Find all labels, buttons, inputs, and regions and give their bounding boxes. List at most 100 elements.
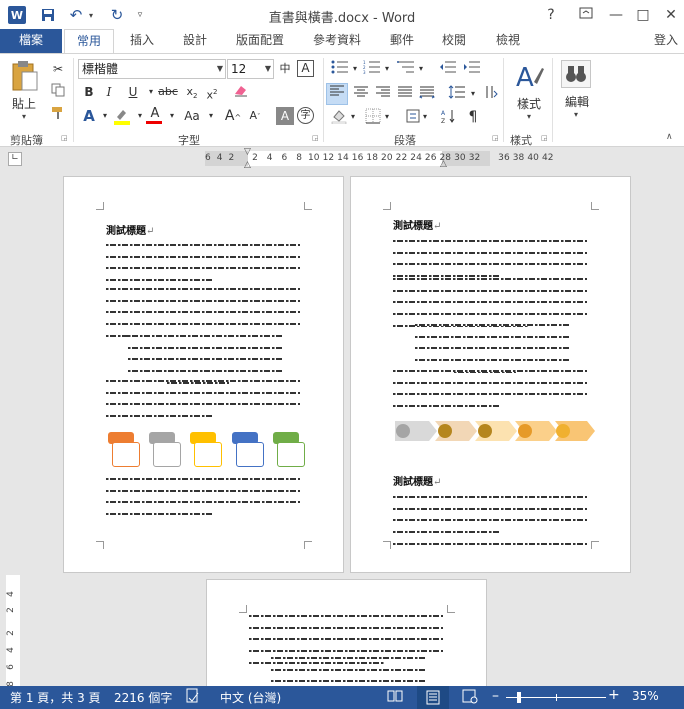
superscript-icon[interactable]: x2 [203, 83, 221, 102]
align-left-button[interactable] [326, 83, 348, 105]
sort-icon[interactable]: AZ [440, 108, 458, 126]
clipboard-launcher-icon[interactable]: ◲ [61, 134, 68, 142]
page-count[interactable]: 第 1 頁，共 3 頁 [10, 689, 101, 706]
first-line-indent-marker[interactable]: ▽ [244, 147, 251, 157]
multilevel-dropdown-icon[interactable]: ▾ [416, 60, 426, 78]
web-layout-icon[interactable] [462, 688, 478, 707]
language-indicator[interactable]: 中文 (台灣) [220, 689, 281, 706]
signin-link[interactable]: 登入 [654, 29, 684, 54]
italic-icon[interactable]: I [100, 83, 118, 101]
distributed-icon[interactable] [418, 85, 436, 103]
paste-dropdown-icon[interactable]: ▾ [22, 112, 26, 121]
borders-icon[interactable] [364, 108, 382, 126]
tab-design[interactable]: 設計 [175, 29, 215, 54]
underline-icon[interactable]: U [124, 83, 142, 101]
bullets-dropdown-icon[interactable]: ▾ [350, 60, 360, 78]
font-launcher-icon[interactable]: ◲ [312, 134, 319, 142]
tab-file[interactable]: 檔案 [0, 29, 62, 54]
right-indent-marker[interactable]: △ [440, 159, 447, 169]
shading-dropdown-icon[interactable]: ▾ [348, 108, 358, 126]
styles-icon[interactable]: A [514, 60, 544, 94]
cut-icon[interactable]: ✂ [49, 60, 67, 78]
asian-layout-dropdown-icon[interactable]: ▾ [420, 108, 430, 126]
print-layout-button[interactable] [417, 686, 449, 709]
smartart-process[interactable] [108, 432, 308, 470]
tab-home[interactable]: 常用 [64, 29, 114, 54]
tab-references[interactable]: 參考資料 [306, 29, 368, 54]
read-mode-icon[interactable] [387, 688, 403, 707]
justify-icon[interactable] [396, 85, 414, 103]
close-button[interactable]: ✕ [660, 4, 682, 26]
maximize-button[interactable]: □ [632, 4, 654, 26]
multilevel-list-icon[interactable] [396, 60, 416, 78]
styles-launcher-icon[interactable]: ◲ [541, 134, 548, 142]
copy-icon[interactable] [49, 83, 67, 101]
binoculars-icon[interactable] [561, 60, 591, 88]
phonetic-guide-icon[interactable]: 中 [276, 60, 294, 78]
font-color-dropdown-icon[interactable]: ▾ [163, 107, 181, 125]
subscript-icon[interactable]: x2 [183, 83, 201, 101]
proofing-icon[interactable] [186, 688, 200, 707]
paste-button[interactable]: 貼上 [12, 95, 36, 112]
character-border-icon[interactable]: A [297, 60, 314, 77]
zoom-in-icon[interactable]: + [608, 687, 620, 703]
shading-icon[interactable] [330, 108, 348, 126]
chevron-down-icon[interactable]: ▼ [217, 60, 223, 78]
smartart-chevron-process[interactable] [395, 417, 595, 445]
change-case-icon[interactable]: Aa [180, 107, 204, 125]
page-3[interactable] [206, 579, 487, 686]
highlight-icon[interactable] [113, 107, 131, 125]
increase-indent-icon[interactable] [462, 60, 482, 78]
show-hide-marks-icon[interactable]: ¶ [464, 108, 482, 126]
paragraph-launcher-icon[interactable]: ◲ [492, 134, 499, 142]
editing-button[interactable]: 編輯 [565, 93, 589, 110]
borders-dropdown-icon[interactable]: ▾ [382, 108, 392, 126]
tab-layout[interactable]: 版面配置 [230, 29, 290, 54]
grow-font-icon[interactable]: A^ [224, 107, 242, 125]
zoom-level[interactable]: 35% [632, 689, 659, 703]
character-shading-icon[interactable]: A [276, 107, 294, 125]
shrink-font-icon[interactable]: Aˇ [246, 107, 264, 125]
word-count[interactable]: 2216 個字 [114, 689, 172, 706]
font-size-combo[interactable]: 12 ▼ [227, 59, 274, 79]
align-right-icon[interactable] [374, 85, 392, 103]
chevron-down-icon[interactable]: ▼ [265, 60, 271, 78]
line-spacing-icon[interactable] [448, 85, 466, 103]
zoom-slider-thumb[interactable] [517, 692, 521, 703]
tab-insert[interactable]: 插入 [122, 29, 162, 54]
tab-review[interactable]: 校閱 [436, 29, 472, 54]
clear-formatting-icon[interactable] [232, 83, 250, 101]
tab-selector-icon[interactable]: ∟ [8, 152, 22, 166]
editing-dropdown-icon[interactable]: ▾ [574, 110, 578, 119]
numbering-dropdown-icon[interactable]: ▾ [382, 60, 392, 78]
decrease-indent-icon[interactable] [438, 60, 458, 78]
change-case-dropdown-icon[interactable]: ▾ [202, 107, 220, 125]
bullets-icon[interactable] [330, 60, 350, 78]
strikethrough-icon[interactable]: abc [157, 83, 179, 101]
minimize-button[interactable]: — [605, 4, 627, 26]
tab-mailings[interactable]: 郵件 [384, 29, 420, 54]
tab-view[interactable]: 檢視 [490, 29, 526, 54]
line-spacing-dropdown-icon[interactable]: ▾ [468, 85, 478, 103]
numbering-icon[interactable]: 123 [362, 60, 382, 78]
align-center-icon[interactable] [352, 85, 370, 103]
font-color-icon[interactable]: A [146, 105, 164, 124]
help-button[interactable]: ? [540, 4, 562, 26]
document-canvas[interactable]: 測試標題↵ 測試標題↵ 測試標題↵ 4 2 2 4 6 8 [0, 170, 684, 686]
text-effects-dropdown-icon[interactable]: ▾ [96, 107, 114, 125]
hanging-indent-marker[interactable]: △ [244, 160, 251, 170]
separator [73, 58, 74, 142]
ribbon-display-button[interactable] [575, 4, 597, 26]
enclose-characters-icon[interactable]: 字 [297, 107, 314, 124]
format-painter-icon[interactable] [49, 106, 67, 124]
page-2[interactable]: 測試標題↵ 測試標題↵ [350, 176, 631, 573]
zoom-out-icon[interactable]: – [492, 688, 499, 704]
paste-icon[interactable] [10, 60, 40, 94]
collapse-ribbon-icon[interactable]: ∧ [666, 132, 673, 142]
text-direction-icon[interactable] [482, 85, 500, 103]
styles-button[interactable]: 樣式 [517, 95, 541, 112]
bold-icon[interactable]: B [80, 83, 98, 101]
font-name-combo[interactable]: 標楷體 ▼ [78, 59, 226, 79]
page-1[interactable]: 測試標題↵ [63, 176, 344, 573]
styles-dropdown-icon[interactable]: ▾ [527, 112, 531, 121]
